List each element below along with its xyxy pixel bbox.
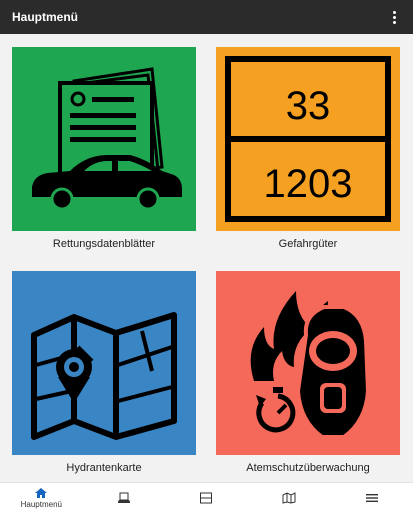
- bottom-navigation: Hauptmenü: [0, 482, 413, 512]
- rescue-sheet-car-icon: [32, 67, 182, 211]
- nav-item-gefahrgueter[interactable]: [165, 483, 248, 512]
- un-number: 1203: [264, 162, 353, 206]
- page-title: Hauptmenü: [12, 10, 78, 24]
- hazard-plate-icon: 33 1203: [225, 56, 391, 222]
- car-document-icon: [117, 492, 130, 503]
- nav-item-menu[interactable]: [330, 483, 413, 512]
- nav-item-label: Hauptmenü: [20, 499, 62, 509]
- breathing-mask-fire-icon: [250, 291, 371, 439]
- home-icon: [35, 487, 48, 498]
- tile-hydrantenkarte[interactable]: [12, 271, 196, 455]
- tile-label: Gefahrgüter: [278, 238, 338, 250]
- hydrant-map-icon: [31, 312, 177, 440]
- tile-atemschutzueberwachung[interactable]: [216, 271, 400, 455]
- nav-item-rettungsdatenblaetter[interactable]: [83, 483, 166, 512]
- hamburger-menu-icon: [365, 493, 378, 502]
- tile-label: Rettungsdatenblätter: [52, 238, 156, 250]
- tile-label: Atemschutzüberwachung: [246, 462, 370, 474]
- more-vert-icon[interactable]: [387, 8, 401, 26]
- tile-gefahrgueter[interactable]: 33 1203: [216, 47, 400, 231]
- map-icon: [282, 491, 296, 504]
- nav-item-hauptmenue[interactable]: Hauptmenü: [0, 483, 83, 512]
- tile-rettungsdatenblaetter[interactable]: [12, 47, 196, 231]
- app-bar: Hauptmenü: [0, 0, 413, 34]
- nav-item-hydrantenkarte[interactable]: [248, 483, 331, 512]
- tile-label: Hydrantenkarte: [66, 462, 142, 474]
- hazard-plate-icon: [200, 492, 213, 503]
- hazard-number: 33: [286, 84, 331, 128]
